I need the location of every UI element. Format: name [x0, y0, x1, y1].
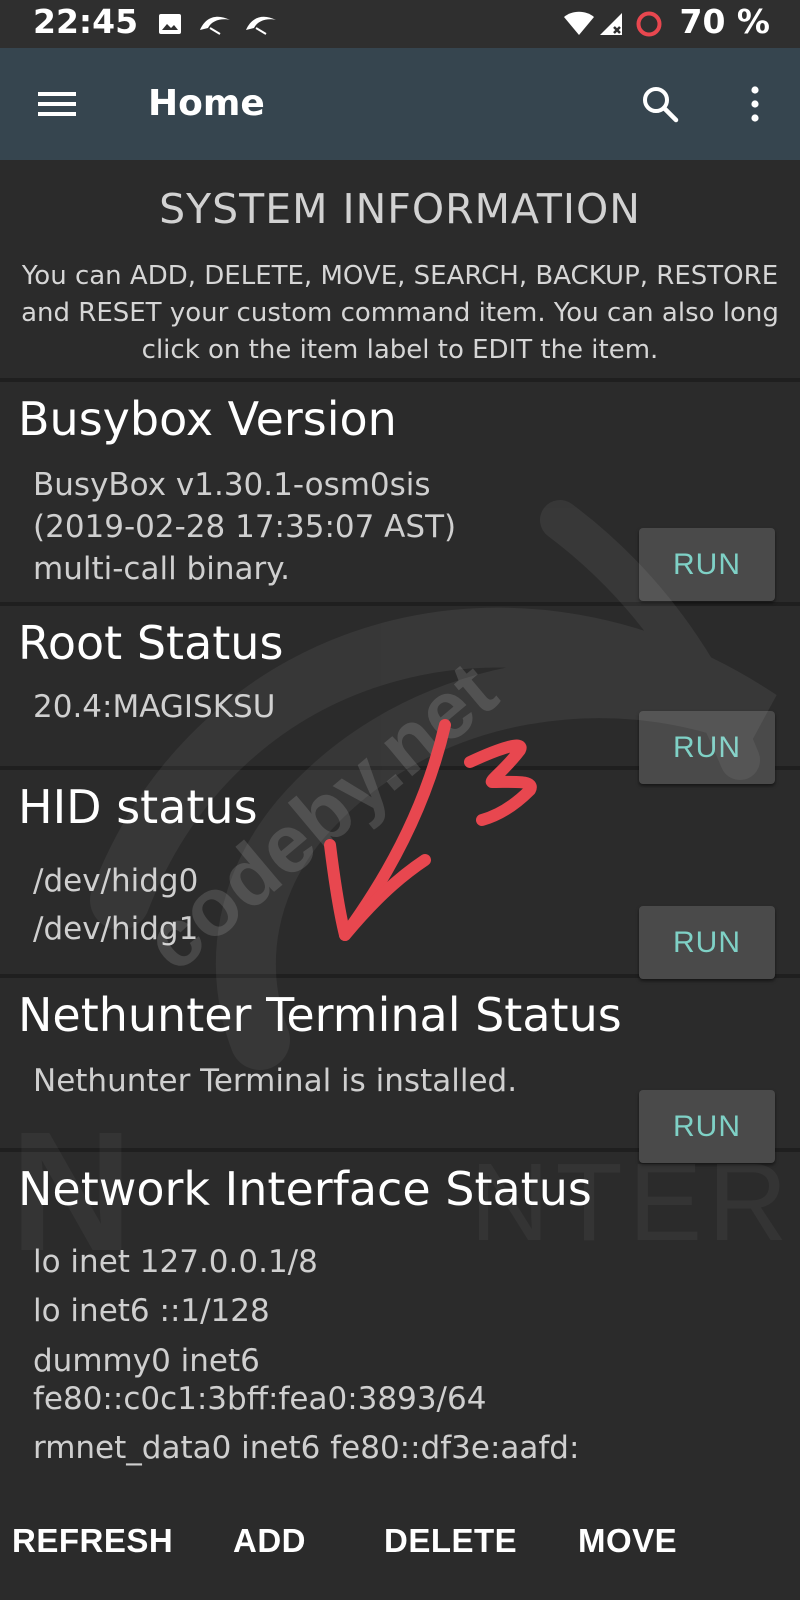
more-vert-icon[interactable] — [725, 76, 785, 132]
image-icon — [158, 10, 182, 38]
bottom-action-bar: REFRESH ADD DELETE MOVE — [0, 1500, 800, 1600]
move-button[interactable]: MOVE — [578, 1522, 677, 1560]
hamburger-menu-icon[interactable] — [22, 76, 92, 132]
battery-ring-icon — [635, 10, 663, 38]
item-output-line: Nethunter Terminal is installed. — [33, 1063, 518, 1099]
search-icon[interactable] — [630, 76, 690, 132]
item-label[interactable]: Network Interface Status — [18, 1162, 592, 1216]
status-bar: 22:45 70 % — [0, 0, 800, 48]
kali-dragon-icon — [198, 10, 232, 38]
item-output-line: multi-call binary. — [33, 551, 290, 587]
section-title: SYSTEM INFORMATION — [159, 185, 641, 233]
item-label[interactable]: Root Status — [18, 616, 283, 670]
item-output-line: lo inet6 ::1/128 — [33, 1293, 270, 1329]
item-output-line: rmnet_data0 inet6 fe80::df3e:aafd: — [33, 1430, 580, 1466]
item-output-line: 20.4:MAGISKSU — [33, 689, 276, 725]
item-output-line: /dev/hidg0 — [33, 863, 199, 899]
battery-percentage: 70 % — [679, 2, 770, 41]
app-bar: Home — [0, 48, 800, 160]
refresh-button[interactable]: REFRESH — [12, 1522, 173, 1560]
content-area[interactable]: SYSTEM INFORMATION You can ADD, DELETE, … — [0, 160, 800, 1500]
item-label[interactable]: Nethunter Terminal Status — [18, 988, 622, 1042]
no-signal-icon — [598, 10, 624, 38]
run-button-busybox[interactable]: RUN — [639, 528, 775, 601]
item-output-line: fe80::c0c1:3bff:fea0:3893/64 — [33, 1381, 487, 1417]
run-button-root-status[interactable]: RUN — [639, 711, 775, 784]
item-label[interactable]: HID status — [18, 780, 258, 834]
item-output-line: BusyBox v1.30.1-osm0sis — [33, 467, 431, 503]
page-title: Home — [148, 83, 265, 124]
kali-dragon-icon — [244, 10, 278, 38]
delete-button[interactable]: DELETE — [384, 1522, 517, 1560]
screen: 22:45 70 % Home SYSTEM INFORMATION You c… — [0, 0, 800, 1600]
run-button-nethunter-terminal[interactable]: RUN — [639, 1090, 775, 1163]
item-label[interactable]: Busybox Version — [18, 392, 397, 446]
run-button-hid-status[interactable]: RUN — [639, 906, 775, 979]
item-output-line: /dev/hidg1 — [33, 911, 199, 947]
status-time: 22:45 — [33, 2, 139, 41]
list-item-network-interface: Network Interface Status lo inet 127.0.0… — [0, 1152, 800, 1500]
item-output-line: (2019-02-28 17:35:07 AST) — [33, 509, 457, 545]
wifi-icon — [563, 10, 595, 38]
item-output-line: lo inet 127.0.0.1/8 — [33, 1244, 318, 1280]
item-output-line: dummy0 inet6 — [33, 1343, 260, 1379]
add-button[interactable]: ADD — [233, 1522, 306, 1560]
section-description: You can ADD, DELETE, MOVE, SEARCH, BACKU… — [21, 261, 779, 365]
